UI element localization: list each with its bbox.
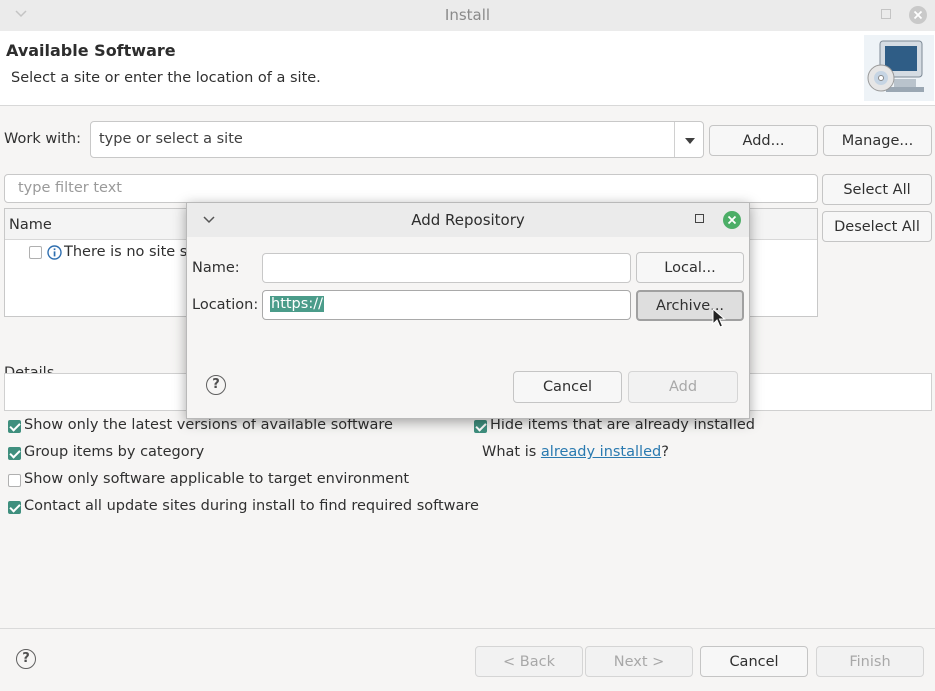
select-all-button[interactable]: Select All [822, 174, 932, 205]
dialog-title: Add Repository [411, 211, 525, 229]
page-title: Available Software [6, 41, 176, 60]
close-icon[interactable] [722, 210, 742, 230]
back-button[interactable]: < Back [475, 646, 583, 677]
work-with-input[interactable]: type or select a site [99, 131, 243, 147]
work-with-combo[interactable]: type or select a site [90, 121, 704, 158]
next-button[interactable]: Next > [585, 646, 693, 677]
work-with-label: Work with: [4, 131, 81, 147]
what-is-prefix: What is [482, 444, 541, 460]
row-text: There is no site se [64, 244, 197, 260]
group-by-category-label[interactable]: Group items by category [24, 444, 204, 460]
cancel-button[interactable]: Cancel [700, 646, 808, 677]
contact-sites-label[interactable]: Contact all update sites during install … [24, 498, 479, 514]
manage-sites-button[interactable]: Manage... [823, 125, 932, 156]
hide-installed-checkbox[interactable] [474, 420, 487, 433]
filter-input[interactable]: type filter text [4, 174, 818, 203]
add-repository-dialog: Add Repository Name: Local... Location: … [186, 202, 750, 419]
window-title: Install [444, 6, 491, 24]
location-label: Location: [192, 297, 259, 313]
dialog-add-button[interactable]: Add [628, 371, 738, 403]
local-button[interactable]: Local... [636, 252, 744, 283]
page-header: Available Software Select a site or ente… [0, 31, 935, 106]
add-site-button[interactable]: Add... [709, 125, 818, 156]
mouse-cursor-icon [712, 308, 726, 328]
maximize-icon[interactable] [881, 9, 891, 19]
latest-versions-checkbox[interactable] [8, 420, 21, 433]
deselect-all-button[interactable]: Deselect All [822, 211, 932, 242]
latest-versions-label[interactable]: Show only the latest versions of availab… [24, 417, 393, 433]
window-titlebar: Install [0, 0, 935, 31]
footer-divider [0, 628, 935, 629]
maximize-icon[interactable] [695, 214, 704, 223]
location-input[interactable]: https:// [262, 290, 631, 320]
archive-button[interactable]: Archive... [636, 290, 744, 321]
group-by-category-checkbox[interactable] [8, 447, 21, 460]
already-installed-line: What is already installed? [482, 444, 669, 460]
name-label: Name: [192, 260, 240, 276]
target-env-checkbox[interactable] [8, 474, 21, 487]
contact-sites-checkbox[interactable] [8, 501, 21, 514]
install-banner-icon [864, 35, 934, 101]
help-icon[interactable]: ? [16, 649, 36, 669]
column-name[interactable]: Name [9, 217, 52, 233]
location-input-value: https:// [270, 296, 324, 312]
combo-divider [674, 122, 675, 157]
row-checkbox[interactable] [29, 246, 42, 259]
chevron-down-icon[interactable] [683, 136, 697, 146]
hide-installed-label[interactable]: Hide items that are already installed [490, 417, 755, 433]
finish-button[interactable]: Finish [816, 646, 924, 677]
page-subtitle: Select a site or enter the location of a… [11, 70, 321, 86]
info-icon [47, 245, 62, 260]
help-icon[interactable]: ? [206, 375, 226, 395]
dialog-cancel-button[interactable]: Cancel [513, 371, 622, 403]
close-icon[interactable] [908, 5, 928, 25]
what-is-suffix: ? [661, 444, 669, 460]
target-env-label[interactable]: Show only software applicable to target … [24, 471, 409, 487]
already-installed-link[interactable]: already installed [541, 444, 661, 460]
name-input[interactable] [262, 253, 631, 283]
filter-placeholder: type filter text [18, 180, 122, 196]
dialog-titlebar: Add Repository [187, 203, 749, 237]
